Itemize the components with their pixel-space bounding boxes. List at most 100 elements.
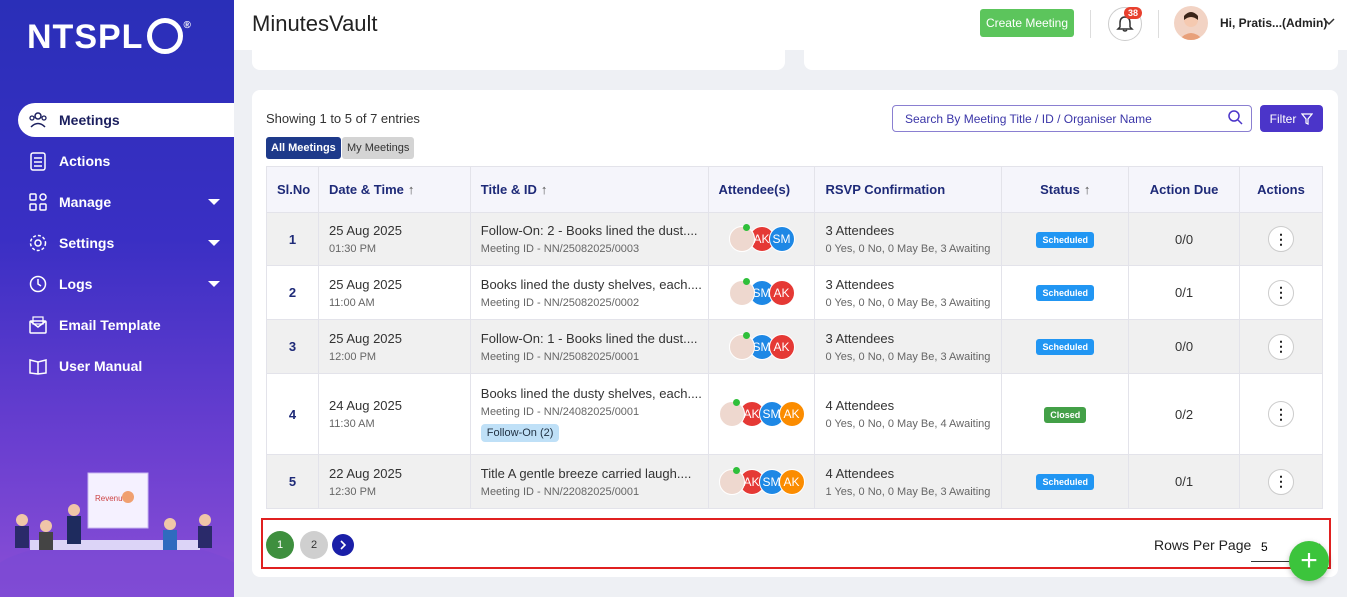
online-status-dot: [732, 399, 740, 406]
sidebar-nav: Meetings Actions Manage Settings Logs Em…: [18, 103, 234, 390]
notification-count-badge: 38: [1124, 7, 1143, 19]
attendee-avatar: AK: [768, 279, 795, 306]
meeting-time: 12:30 PM: [328, 485, 377, 498]
attendees-cell[interactable]: SM AK: [707, 265, 816, 320]
meeting-date: 25 Aug 2025: [328, 223, 403, 238]
table-row[interactable]: 1 25 Aug 2025 01:30 PM Follow-On: 2 - Books…: [266, 212, 1323, 266]
meeting-title[interactable]: Follow-On: 2 - Books lined the dust....: [481, 223, 708, 238]
table-row[interactable]: 4 24 Aug 2025 11:30 AM Books lined the dust…: [266, 373, 1323, 455]
date-time-cell: 24 Aug 2025 11:30 AM: [317, 373, 471, 455]
organiser-avatar: [718, 399, 745, 427]
sidebar-item-label: Settings: [59, 235, 115, 251]
more-options-icon[interactable]: ⋮: [1268, 279, 1294, 306]
table-row[interactable]: 3 25 Aug 2025 12:00 PM Follow-On: 1 - Books…: [266, 319, 1323, 374]
sidebar-item-logs[interactable]: Logs: [18, 267, 234, 301]
avatar[interactable]: [1174, 6, 1208, 40]
chevron-down-icon[interactable]: [208, 199, 220, 205]
sidebar-item-actions[interactable]: Actions: [18, 144, 234, 178]
status-cell: Closed: [1001, 373, 1130, 455]
meeting-date: 22 Aug 2025: [328, 465, 403, 481]
actions-cell: ⋮: [1239, 373, 1323, 455]
column-header-date-time[interactable]: Date & Time ↑: [317, 166, 471, 213]
sort-arrow-icon: ↑: [1083, 182, 1091, 197]
add-button[interactable]: +: [1289, 541, 1329, 581]
sidebar-item-label: Email Template: [59, 317, 161, 333]
sidebar-item-settings[interactable]: Settings: [18, 226, 234, 260]
rsvp-detail: 1 Yes, 0 No, 0 May Be, 3 Awaiting: [825, 485, 991, 498]
ntspl-logo[interactable]: NTSPL ®: [27, 18, 192, 57]
sidebar-item-meetings[interactable]: Meetings: [18, 103, 234, 137]
tab-all-meetings[interactable]: All Meetings: [266, 137, 341, 159]
rsvp-count: 4 Attendees: [825, 465, 895, 481]
meeting-title[interactable]: Follow-On: 1 - Books lined the dust....: [481, 331, 708, 346]
attendees-cell[interactable]: AK SM AK: [707, 454, 816, 509]
meeting-title[interactable]: Books lined the dusty shelves, each....: [481, 277, 708, 292]
meeting-title[interactable]: Title A gentle breeze carried laugh....: [481, 466, 708, 481]
organiser-avatar: [728, 331, 755, 360]
page-2-button[interactable]: 2: [300, 531, 328, 559]
more-options-icon[interactable]: ⋮: [1268, 226, 1294, 252]
table-row[interactable]: 5 22 Aug 2025 12:30 PM Title A gentle breez…: [266, 454, 1323, 509]
chevron-down-icon[interactable]: [208, 240, 220, 246]
sidebar-item-label: Meetings: [59, 112, 120, 128]
chevron-down-icon[interactable]: [208, 281, 220, 287]
sl-no-cell: 3: [266, 319, 319, 374]
filter-button[interactable]: Filter: [1260, 105, 1323, 132]
chevron-down-icon[interactable]: [1322, 14, 1336, 28]
page-title: MinutesVault: [252, 11, 378, 36]
user-greeting[interactable]: Hi, Pratis...(Admin): [1220, 16, 1327, 30]
sl-no-cell: 5: [266, 454, 319, 509]
rsvp-cell: 4 Attendees 0 Yes, 0 No, 0 May Be, 4 Awai…: [814, 373, 1003, 455]
actions-cell: ⋮: [1239, 265, 1323, 320]
action-due-cell: 0/1: [1128, 265, 1241, 320]
action-due-cell: 0/0: [1128, 319, 1241, 374]
sidebar: NTSPL ® Meetings Actions Manage Settings …: [0, 0, 234, 597]
meeting-time: 01:30 PM: [328, 243, 377, 255]
meeting-id: Meeting ID - NN/25082025/0002: [480, 296, 640, 309]
more-options-icon[interactable]: ⋮: [1268, 333, 1294, 360]
page-1-button[interactable]: 1: [266, 531, 294, 559]
chevron-right-icon: [340, 540, 347, 550]
more-options-icon[interactable]: ⋮: [1268, 468, 1294, 495]
table-row[interactable]: 2 25 Aug 2025 11:00 AM Books lined the dust…: [266, 265, 1323, 320]
logo-arrow-icon: [147, 18, 184, 55]
attendee-avatar: AK: [768, 333, 795, 360]
online-status-dot: [742, 331, 750, 339]
follow-on-tag[interactable]: Follow-On (2): [480, 424, 560, 442]
column-header-title-id[interactable]: Title & ID ↑: [469, 166, 709, 213]
title-id-cell[interactable]: Books lined the dusty shelves, each.... M…: [469, 265, 709, 320]
tab-my-meetings[interactable]: My Meetings: [342, 137, 415, 159]
user-photo-icon: [1179, 12, 1203, 40]
sidebar-item-manage[interactable]: Manage: [18, 185, 234, 219]
attendees-cell[interactable]: SM AK: [707, 319, 816, 374]
title-id-cell[interactable]: Title A gentle breeze carried laugh.... M…: [469, 454, 709, 509]
sidebar-item-label: Manage: [59, 194, 112, 210]
sort-arrow-icon: ↑: [540, 182, 548, 197]
action-due-cell: 0/2: [1128, 373, 1241, 455]
attendees-cell[interactable]: AK SM AK: [707, 373, 816, 455]
attendees-cell[interactable]: AK SM: [707, 212, 816, 266]
header-divider: [1158, 10, 1159, 38]
online-status-dot: [742, 224, 750, 231]
search-input[interactable]: [892, 105, 1252, 132]
sidebar-item-user-manual[interactable]: User Manual: [18, 349, 234, 383]
rsvp-detail: 0 Yes, 0 No, 0 May Be, 3 Awaiting: [825, 296, 991, 309]
title-id-cell[interactable]: Follow-On: 1 - Books lined the dust.... M…: [469, 319, 709, 374]
logs-icon: [28, 274, 48, 294]
next-page-button[interactable]: [332, 534, 354, 556]
table-header-row: Sl.No Date & Time ↑ Title & ID ↑ Attendee(…: [266, 166, 1323, 213]
sidebar-item-email-template[interactable]: Email Template: [18, 308, 234, 342]
top-header: MinutesVault Create Meeting 38 Hi, Prati…: [234, 0, 1347, 50]
organiser-avatar: [728, 224, 755, 252]
search-icon[interactable]: [1228, 110, 1243, 125]
create-meeting-button[interactable]: Create Meeting: [980, 9, 1074, 37]
date-time-cell: 22 Aug 2025 12:30 PM: [317, 454, 471, 509]
meeting-id: Meeting ID - NN/25082025/0001: [480, 350, 640, 363]
title-id-cell[interactable]: Books lined the dusty shelves, each.... M…: [469, 373, 709, 455]
more-options-icon[interactable]: ⋮: [1268, 401, 1294, 427]
meeting-title[interactable]: Books lined the dusty shelves, each....: [481, 386, 708, 401]
rsvp-detail: 0 Yes, 0 No, 0 May Be, 3 Awaiting: [825, 243, 991, 255]
title-id-cell[interactable]: Follow-On: 2 - Books lined the dust.... M…: [469, 212, 709, 266]
attendee-avatar: AK: [778, 468, 805, 495]
column-header-status[interactable]: Status ↑: [1001, 166, 1130, 213]
